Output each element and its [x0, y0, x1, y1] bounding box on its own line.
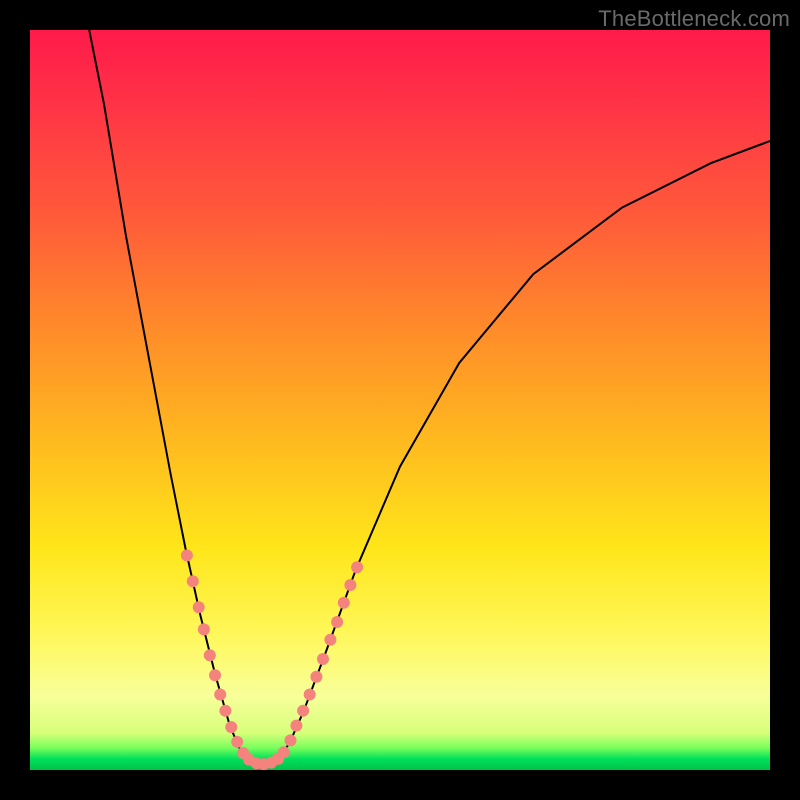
marker-left [219, 705, 231, 717]
marker-right [278, 746, 290, 758]
marker-right [338, 597, 350, 609]
marker-left [181, 549, 193, 561]
marker-right [351, 561, 363, 573]
marker-left [198, 623, 210, 635]
marker-left [209, 669, 221, 681]
watermark-text: TheBottleneck.com [598, 6, 790, 32]
marker-right [290, 720, 302, 732]
marker-right [331, 616, 343, 628]
marker-group [181, 549, 363, 770]
marker-left [204, 649, 216, 661]
bottleneck-chart: TheBottleneck.com [0, 0, 800, 800]
marker-left [214, 689, 226, 701]
marker-left [187, 575, 199, 587]
marker-right [304, 689, 316, 701]
marker-right [344, 579, 356, 591]
marker-right [310, 671, 322, 683]
bottleneck-curve [89, 30, 770, 765]
marker-right [285, 734, 297, 746]
plot-area [30, 30, 770, 770]
marker-right [317, 653, 329, 665]
marker-right [297, 705, 309, 717]
marker-right [324, 634, 336, 646]
curve-svg [30, 30, 770, 770]
marker-left [193, 601, 205, 613]
marker-left [225, 721, 237, 733]
marker-left [231, 736, 243, 748]
